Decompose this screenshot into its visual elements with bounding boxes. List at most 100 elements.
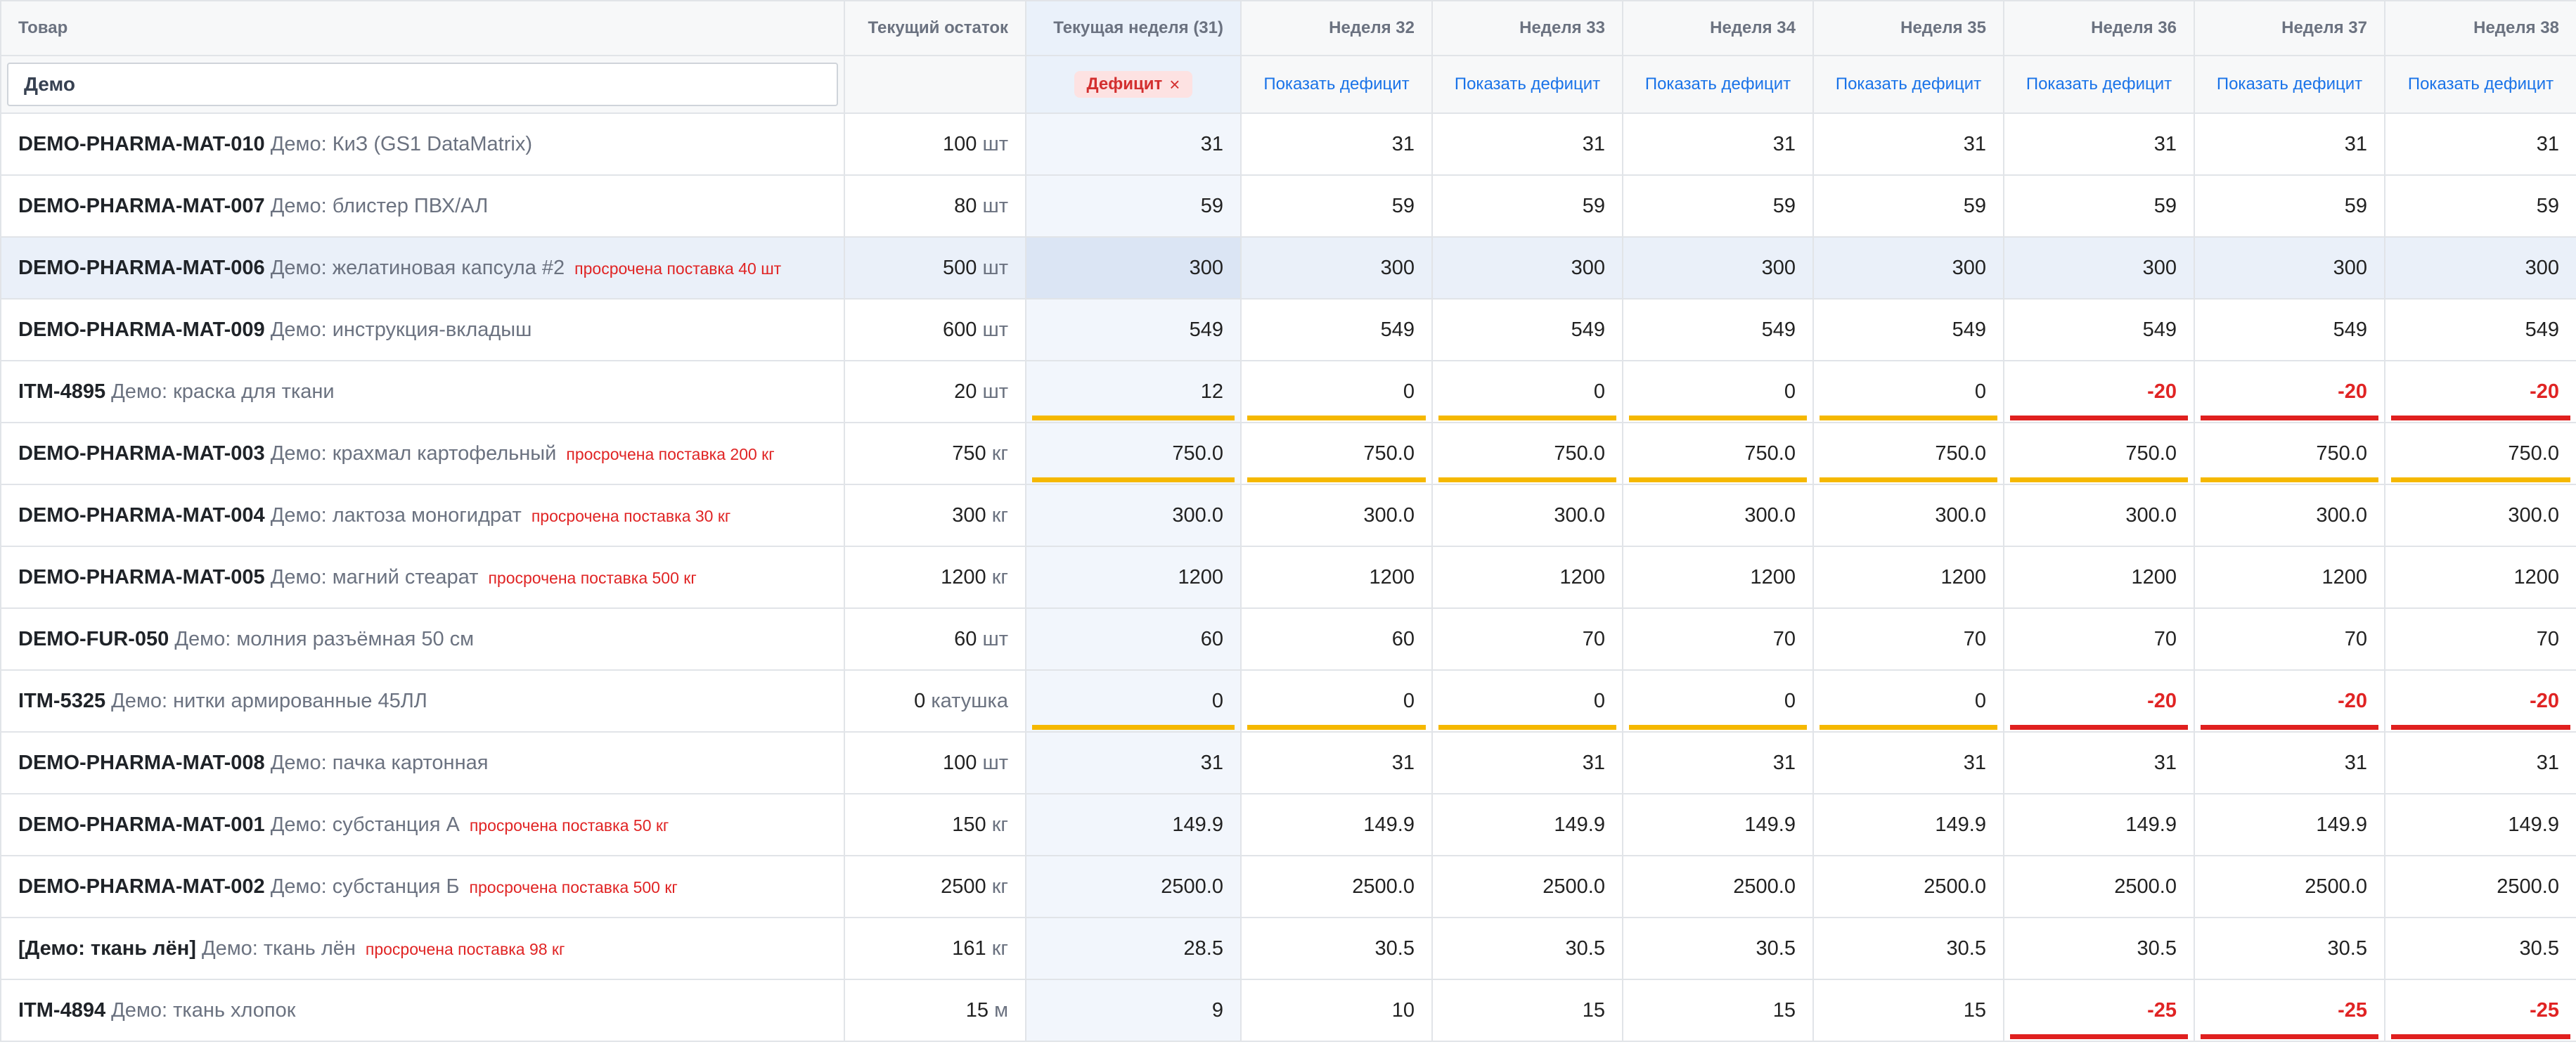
- table-row[interactable]: DEMO-PHARMA-MAT-007 Демо: блистер ПВХ/АЛ…: [0, 174, 2576, 238]
- table-row[interactable]: DEMO-FUR-050 Демо: молния разъёмная 50 с…: [0, 607, 2576, 671]
- product-cell[interactable]: [Демо: ткань лён] Демо: ткань лён просроч…: [0, 917, 845, 980]
- stock-cell: 1200 кг: [844, 546, 1026, 609]
- product-cell[interactable]: DEMO-PHARMA-MAT-008 Демо: пачка картонна…: [0, 731, 845, 794]
- stock-quantity: 60: [954, 627, 977, 650]
- show-deficit-link-week-38[interactable]: Показать дефицит: [2408, 75, 2554, 94]
- product-code: [Демо: ткань лён]: [18, 937, 196, 960]
- column-header-product[interactable]: Товар: [0, 0, 845, 56]
- product-cell[interactable]: DEMO-FUR-050 Демо: молния разъёмная 50 с…: [0, 607, 845, 671]
- week-cell: 2500.0: [2194, 855, 2385, 918]
- stock-quantity: 15: [965, 998, 988, 1022]
- show-deficit-link-week-36[interactable]: Показать дефицит: [2026, 75, 2172, 94]
- column-header-week-35[interactable]: Неделя 35: [1812, 0, 2004, 56]
- forecast-value: 31: [1391, 751, 1415, 774]
- product-cell[interactable]: DEMO-PHARMA-MAT-007 Демо: блистер ПВХ/АЛ: [0, 174, 845, 238]
- show-deficit-link-week-35[interactable]: Показать дефицит: [1836, 75, 1981, 94]
- column-header-week-34[interactable]: Неделя 34: [1622, 0, 1814, 56]
- stock-unit: м: [994, 998, 1008, 1022]
- forecast-value: 1200: [1750, 565, 1796, 588]
- column-header-week-38[interactable]: Неделя 38: [2384, 0, 2576, 56]
- column-header-current-week[interactable]: Текущая неделя (31): [1025, 0, 1242, 56]
- week-cell: 31: [1431, 731, 1623, 794]
- table-row[interactable]: DEMO-PHARMA-MAT-003 Демо: крахмал картоф…: [0, 422, 2576, 485]
- column-header-stock[interactable]: Текущий остаток: [844, 0, 1026, 56]
- product-code: DEMO-PHARMA-MAT-008: [18, 751, 265, 774]
- product-cell[interactable]: ITM-5325 Демо: нитки армированные 45ЛЛ: [0, 669, 845, 733]
- table-row[interactable]: DEMO-PHARMA-MAT-006 Демо: желатиновая ка…: [0, 236, 2576, 300]
- week-cell: -25: [2003, 979, 2195, 1042]
- table-row[interactable]: DEMO-PHARMA-MAT-002 Демо: субстанция Б пр…: [0, 855, 2576, 918]
- show-deficit-link-week-33[interactable]: Показать дефицит: [1455, 75, 1600, 94]
- table-row[interactable]: ITM-4894 Демо: ткань хлопок 15 м 9 10 15 15 15…: [0, 979, 2576, 1042]
- forecast-value: 30.5: [1946, 937, 1986, 960]
- forecast-value: 0: [1593, 689, 1605, 712]
- forecast-value: 300: [1571, 256, 1605, 279]
- low-stock-indicator-bar: [1629, 477, 1807, 482]
- forecast-value: 2500.0: [2114, 875, 2177, 898]
- week-cell: 30.5: [1812, 917, 2004, 980]
- product-cell[interactable]: DEMO-PHARMA-MAT-010 Демо: КиЗ (GS1 DataM…: [0, 112, 845, 176]
- stock-quantity: 161: [952, 937, 986, 960]
- show-deficit-link-week-32[interactable]: Показать дефицит: [1263, 75, 1409, 94]
- week-cell: 549: [1431, 298, 1623, 361]
- product-cell[interactable]: DEMO-PHARMA-MAT-009 Демо: инструкция-вкл…: [0, 298, 845, 361]
- overdue-delivery-note: просрочена поставка 40 шт: [574, 259, 782, 278]
- forecast-value: 70: [2153, 627, 2177, 650]
- forecast-value: 149.9: [1935, 813, 1986, 836]
- table-row[interactable]: DEMO-PHARMA-MAT-010 Демо: КиЗ (GS1 DataM…: [0, 112, 2576, 176]
- week-cell: 1200: [1812, 546, 2004, 609]
- deficit-filter-badge[interactable]: Дефицит ×: [1074, 71, 1193, 98]
- stock-cell: 500 шт: [844, 236, 1026, 300]
- column-header-week-33[interactable]: Неделя 33: [1431, 0, 1623, 56]
- product-cell[interactable]: DEMO-PHARMA-MAT-006 Демо: желатиновая ка…: [0, 236, 845, 300]
- current-week-cell: 300.0: [1025, 484, 1242, 547]
- forecast-value: 31: [2344, 132, 2367, 155]
- table-row[interactable]: DEMO-PHARMA-MAT-009 Демо: инструкция-вкл…: [0, 298, 2576, 361]
- week-cell: 1200: [2003, 546, 2195, 609]
- show-deficit-link-week-37[interactable]: Показать дефицит: [2217, 75, 2362, 94]
- table-row[interactable]: ITM-4895 Демо: краска для ткани 20 шт 12 0 0…: [0, 360, 2576, 423]
- stock-quantity: 0: [914, 689, 926, 712]
- week-cell: 31: [2384, 112, 2576, 176]
- week-cell: 549: [1622, 298, 1814, 361]
- table-row[interactable]: ITM-5325 Демо: нитки армированные 45ЛЛ 0 …: [0, 669, 2576, 733]
- show-deficit-link-week-34[interactable]: Показать дефицит: [1645, 75, 1791, 94]
- week-cell: 2500.0: [2003, 855, 2195, 918]
- product-cell[interactable]: ITM-4895 Демо: краска для ткани: [0, 360, 845, 423]
- column-header-week-36[interactable]: Неделя 36: [2003, 0, 2195, 56]
- deficit-indicator-bar: [2391, 416, 2570, 420]
- table-row[interactable]: DEMO-PHARMA-MAT-004 Демо: лактоза моноги…: [0, 484, 2576, 547]
- week-cell: 0: [1812, 669, 2004, 733]
- product-cell[interactable]: ITM-4894 Демо: ткань хлопок: [0, 979, 845, 1042]
- product-cell[interactable]: DEMO-PHARMA-MAT-002 Демо: субстанция Б пр…: [0, 855, 845, 918]
- week-cell: 149.9: [2384, 793, 2576, 856]
- product-cell[interactable]: DEMO-PHARMA-MAT-004 Демо: лактоза моноги…: [0, 484, 845, 547]
- table-row[interactable]: DEMO-PHARMA-MAT-008 Демо: пачка картонна…: [0, 731, 2576, 794]
- week-32-filter-cell: Показать дефицит: [1240, 55, 1433, 114]
- table-row[interactable]: [Демо: ткань лён] Демо: ткань лён просроч…: [0, 917, 2576, 980]
- week-cell: 0: [1812, 360, 2004, 423]
- forecast-value: 1200: [2321, 565, 2367, 588]
- week-cell: 2500.0: [1240, 855, 1433, 918]
- product-code: ITM-5325: [18, 689, 106, 712]
- forecast-value: -20: [2530, 689, 2559, 712]
- product-cell[interactable]: DEMO-PHARMA-MAT-001 Демо: субстанция А пр…: [0, 793, 845, 856]
- product-cell[interactable]: DEMO-PHARMA-MAT-005 Демо: магний стеарат…: [0, 546, 845, 609]
- current-week-cell: 149.9: [1025, 793, 1242, 856]
- product-search-input[interactable]: [7, 63, 838, 106]
- column-header-week-37[interactable]: Неделя 37: [2194, 0, 2385, 56]
- forecast-value: 2500.0: [2305, 875, 2367, 898]
- table-row[interactable]: DEMO-PHARMA-MAT-001 Демо: субстанция А пр…: [0, 793, 2576, 856]
- forecast-value: 1200: [1940, 565, 1986, 588]
- stock-cell: 300 кг: [844, 484, 1026, 547]
- stock-quantity: 80: [954, 194, 977, 217]
- table-row[interactable]: DEMO-PHARMA-MAT-005 Демо: магний стеарат…: [0, 546, 2576, 609]
- product-cell[interactable]: DEMO-PHARMA-MAT-003 Демо: крахмал картоф…: [0, 422, 845, 485]
- close-icon[interactable]: ×: [1169, 74, 1180, 96]
- column-header-week-32[interactable]: Неделя 32: [1240, 0, 1433, 56]
- week-cell: 31: [2003, 731, 2195, 794]
- product-code: DEMO-PHARMA-MAT-002: [18, 875, 265, 898]
- forecast-value: 60: [1200, 627, 1223, 650]
- week-cell: 300.0: [1240, 484, 1433, 547]
- forecast-value: 549: [2333, 318, 2367, 341]
